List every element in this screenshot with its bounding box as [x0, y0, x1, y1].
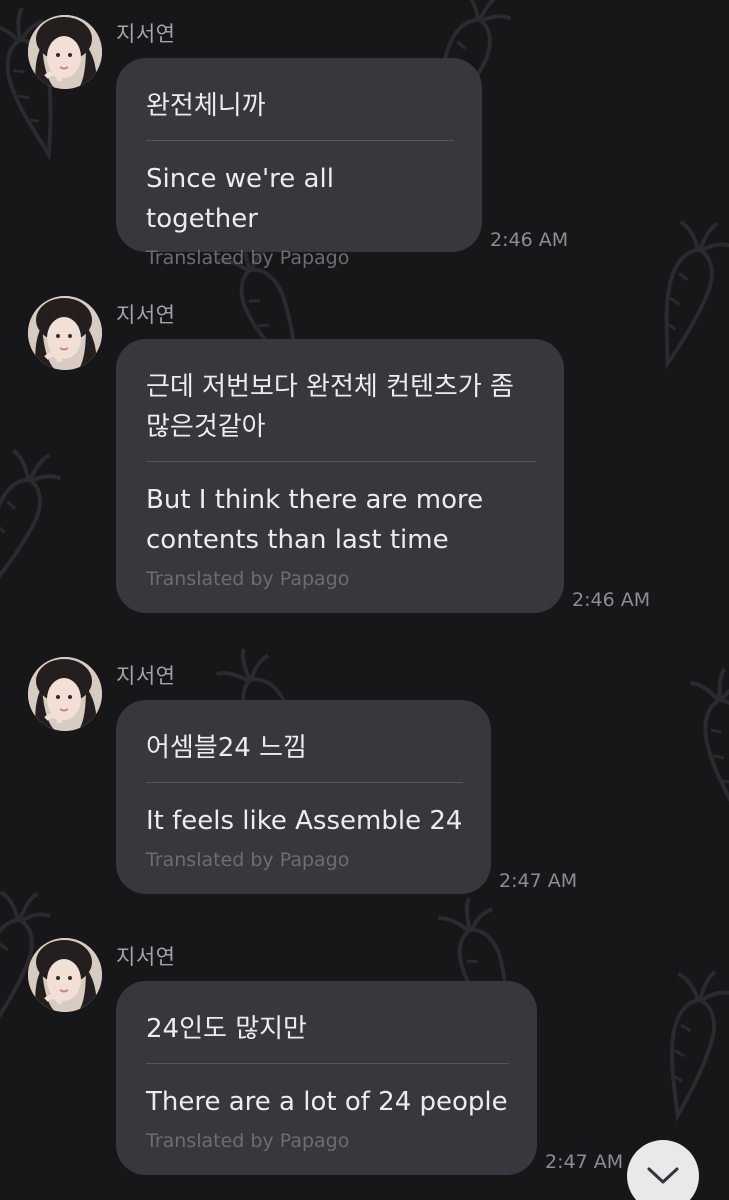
message-timestamp: 2:47 AM	[545, 1151, 624, 1173]
message-bubble[interactable]: 근데 저번보다 완전체 컨텐츠가 좀 많은것같아 But I think the…	[116, 339, 564, 613]
bubble-divider	[146, 782, 463, 783]
message-translation-text: There are a lot of 24 people	[146, 1087, 508, 1117]
bubble-divider	[146, 1063, 509, 1064]
avatar[interactable]	[28, 15, 102, 89]
sender-name: 지서연	[116, 22, 176, 46]
message-translation-text: But I think there are more contents than…	[146, 485, 484, 555]
chat-view[interactable]: 지서연 완전체니까 Since we're all together Trans…	[0, 0, 729, 1200]
translation-credit: Translated by Papago	[146, 568, 350, 590]
sender-name: 지서연	[116, 303, 176, 327]
translation-credit: Translated by Papago	[146, 849, 350, 871]
message-original-text: 근데 저번보다 완전체 컨텐츠가 좀 많은것같아	[146, 372, 514, 442]
message-original-text: 어셈블24 느낌	[146, 733, 307, 763]
message-timestamp: 2:46 AM	[572, 589, 651, 611]
scroll-to-bottom-button[interactable]	[627, 1140, 699, 1200]
bubble-divider	[146, 140, 454, 141]
message-bubble[interactable]: 24인도 많지만 There are a lot of 24 people Tr…	[116, 981, 537, 1175]
message-bubble[interactable]: 완전체니까 Since we're all together Translate…	[116, 58, 482, 269]
avatar[interactable]	[28, 938, 102, 1012]
translation-credit: Translated by Papago	[146, 1130, 350, 1152]
bubble-divider	[146, 461, 536, 462]
sender-name: 지서연	[116, 664, 176, 688]
avatar[interactable]	[28, 657, 102, 731]
message-original-text: 24인도 많지만	[146, 1014, 307, 1044]
avatar[interactable]	[28, 296, 102, 370]
message-timestamp: 2:46 AM	[490, 229, 569, 251]
message-original-text: 완전체니까	[146, 91, 266, 121]
message-timestamp: 2:47 AM	[499, 870, 578, 892]
sender-name: 지서연	[116, 945, 176, 969]
message-translation-text: It feels like Assemble 24	[146, 806, 463, 836]
translation-credit: Translated by Papago	[146, 247, 350, 269]
message-bubble[interactable]: 어셈블24 느낌 It feels like Assemble 24 Trans…	[116, 700, 491, 894]
message-translation-text: Since we're all together	[146, 164, 334, 234]
chevron-down-icon	[647, 1167, 679, 1184]
